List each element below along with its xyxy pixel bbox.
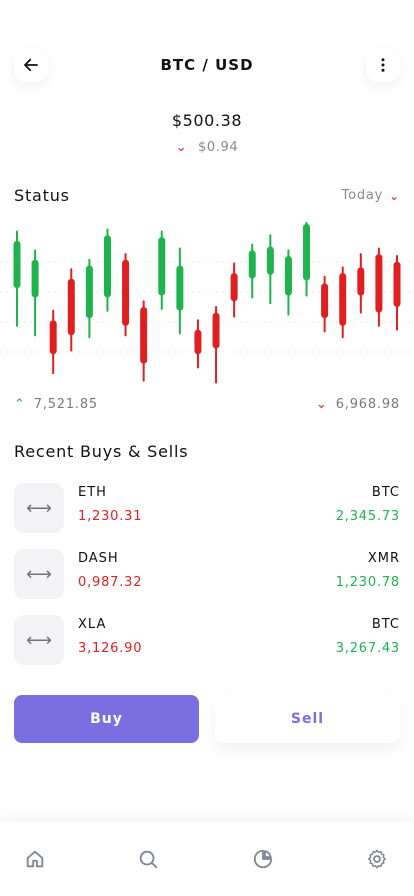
candle-body [122,259,130,326]
trade-right-value: 1,230.78 [335,575,400,590]
search-icon[interactable] [137,848,159,870]
candle-body [303,223,311,281]
trade-right: BTC 2,345.73 [336,483,400,524]
range-low: ⌃ 7,521.85 [14,397,98,412]
candle-body [13,240,21,289]
candle-body [393,261,401,307]
candle-body [49,320,57,355]
price-value: $500.38 [171,111,243,130]
bottom-nav [0,822,414,896]
trade-right-name: BTC [371,485,400,500]
candle-body [140,307,148,364]
trade-left-value: 0,987.32 [78,575,143,590]
sell-button[interactable]: Sell [215,695,400,743]
page-title: BTC / USD [160,56,254,74]
price-change: ⌄ $0.94 [0,140,414,155]
more-vertical-icon [381,58,385,72]
candle-body [284,256,292,296]
trade-right: XMR 1,230.78 [336,549,400,590]
trade-left-name: ETH [78,485,107,500]
trade-row[interactable]: ⟷ ETH 1,230.31 BTC 2,345.73 [14,483,400,537]
swap-horizontal-icon: ⟷ [14,483,64,533]
chevron-down-icon: ⌄ [389,188,400,203]
candle-body [321,283,329,319]
candle-body [230,273,238,302]
range-high-value: 6,968.98 [335,397,400,412]
candle-body [357,267,365,296]
chevron-down-icon: ⌄ [175,140,188,155]
candle-body [31,259,39,298]
chevron-up-icon: ⌃ [14,397,26,412]
price-change-value: $0.94 [198,140,239,155]
trade-row[interactable]: ⟷ XLA 3,126.90 BTC 3,267.43 [14,615,400,669]
candle-body [103,235,111,298]
trade-left: DASH 0,987.32 [78,549,142,590]
trade-left: ETH 1,230.31 [78,483,142,524]
trade-left-value: 1,230.31 [78,509,143,524]
candle-body [158,237,166,296]
candle-body [194,329,202,355]
period-label: Today [341,188,384,203]
more-options-button[interactable] [366,48,400,82]
trade-right-value: 3,267.43 [335,641,400,656]
candle-body [176,265,184,311]
swap-horizontal-icon: ⟷ [14,549,64,599]
trade-left-name: XLA [78,617,107,632]
candle-body [212,312,220,349]
pie-chart-icon[interactable] [252,848,274,870]
candlestick-chart [0,222,414,384]
candle-body [375,254,383,313]
recent-title: Recent Buys & Sells [14,442,189,461]
chevron-down-icon: ⌄ [316,397,328,412]
header: BTC / USD [0,36,414,96]
trade-left-name: DASH [78,551,119,566]
buy-button[interactable]: Buy [14,695,199,743]
trade-right-name: BTC [371,617,400,632]
trade-left-value: 3,126.90 [78,641,143,656]
trade-right-value: 2,345.73 [335,509,400,524]
candle-body [67,278,75,336]
candle-body [85,265,93,319]
period-selector[interactable]: Today ⌄ [342,188,400,203]
candle-body [248,250,256,279]
trade-row[interactable]: ⟷ DASH 0,987.32 XMR 1,230.78 [14,549,400,603]
candle-body [339,273,347,326]
settings-icon[interactable] [366,848,388,870]
swap-horizontal-icon: ⟷ [14,615,64,665]
home-icon[interactable] [24,848,46,870]
range-low-value: 7,521.85 [33,397,98,412]
candle-body [266,246,274,275]
range-high: ⌄ 6,968.98 [316,397,400,412]
trade-right: BTC 3,267.43 [336,615,400,656]
trade-right-name: XMR [367,551,400,566]
status-title: Status [14,186,70,205]
trade-left: XLA 3,126.90 [78,615,142,656]
